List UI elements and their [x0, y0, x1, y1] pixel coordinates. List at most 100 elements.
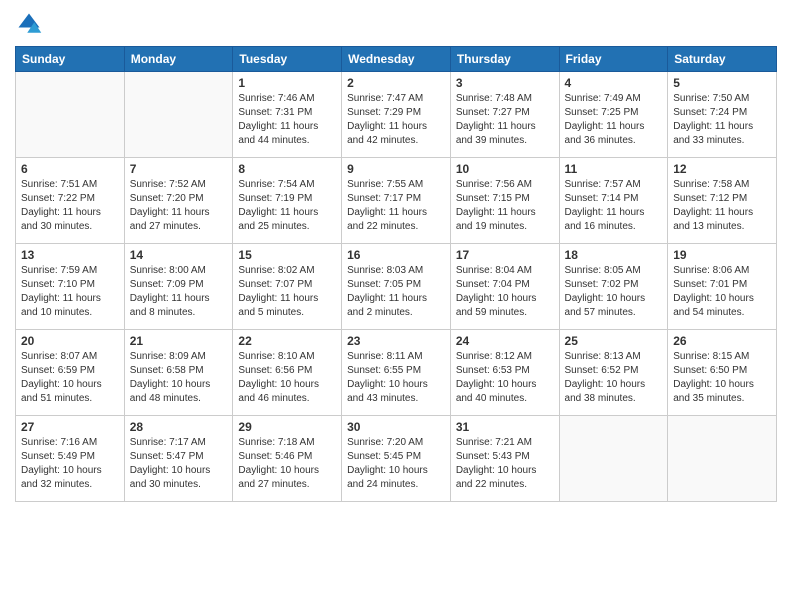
- calendar-cell: 10 Sunrise: 7:56 AM Sunset: 7:15 PM Dayli…: [450, 158, 559, 244]
- page: SundayMondayTuesdayWednesdayThursdayFrid…: [0, 0, 792, 612]
- day-header-friday: Friday: [559, 47, 668, 72]
- calendar-cell: 17 Sunrise: 8:04 AM Sunset: 7:04 PM Dayli…: [450, 244, 559, 330]
- day-info: Sunrise: 7:49 AM Sunset: 7:25 PM Dayligh…: [565, 92, 663, 148]
- day-info: Sunrise: 7:48 AM Sunset: 7:27 PM Dayligh…: [456, 92, 554, 148]
- calendar-cell: 30 Sunrise: 7:20 AM Sunset: 5:45 PM Dayli…: [342, 416, 451, 502]
- day-info: Sunrise: 7:58 AM Sunset: 7:12 PM Dayligh…: [673, 178, 771, 234]
- day-info: Sunrise: 8:00 AM Sunset: 7:09 PM Dayligh…: [130, 264, 228, 320]
- day-info: Sunrise: 8:15 AM Sunset: 6:50 PM Dayligh…: [673, 350, 771, 406]
- day-info: Sunrise: 8:07 AM Sunset: 6:59 PM Dayligh…: [21, 350, 119, 406]
- day-number: 27: [21, 420, 119, 434]
- day-info: Sunrise: 8:12 AM Sunset: 6:53 PM Dayligh…: [456, 350, 554, 406]
- day-number: 30: [347, 420, 445, 434]
- week-row-3: 13 Sunrise: 7:59 AM Sunset: 7:10 PM Dayli…: [16, 244, 777, 330]
- day-number: 11: [565, 162, 663, 176]
- day-info: Sunrise: 8:04 AM Sunset: 7:04 PM Dayligh…: [456, 264, 554, 320]
- calendar-cell: 8 Sunrise: 7:54 AM Sunset: 7:19 PM Daylig…: [233, 158, 342, 244]
- week-row-1: 1Sunrise: 7:46 AM Sunset: 7:31 PM Daylig…: [16, 72, 777, 158]
- day-number: 3: [456, 76, 554, 90]
- day-number: 13: [21, 248, 119, 262]
- day-number: 29: [238, 420, 336, 434]
- day-header-tuesday: Tuesday: [233, 47, 342, 72]
- day-info: Sunrise: 7:52 AM Sunset: 7:20 PM Dayligh…: [130, 178, 228, 234]
- day-info: Sunrise: 7:47 AM Sunset: 7:29 PM Dayligh…: [347, 92, 445, 148]
- calendar-cell: 4 Sunrise: 7:49 AM Sunset: 7:25 PM Daylig…: [559, 72, 668, 158]
- day-number: 31: [456, 420, 554, 434]
- calendar-cell: 9 Sunrise: 7:55 AM Sunset: 7:17 PM Daylig…: [342, 158, 451, 244]
- calendar-cell: 24 Sunrise: 8:12 AM Sunset: 6:53 PM Dayli…: [450, 330, 559, 416]
- calendar-cell: [124, 72, 233, 158]
- day-info: Sunrise: 7:18 AM Sunset: 5:46 PM Dayligh…: [238, 436, 336, 492]
- week-row-4: 20 Sunrise: 8:07 AM Sunset: 6:59 PM Dayli…: [16, 330, 777, 416]
- calendar-cell: 16 Sunrise: 8:03 AM Sunset: 7:05 PM Dayli…: [342, 244, 451, 330]
- day-number: 9: [347, 162, 445, 176]
- calendar-cell: 25Sunrise: 8:13 AM Sunset: 6:52 PM Dayli…: [559, 330, 668, 416]
- day-info: Sunrise: 7:20 AM Sunset: 5:45 PM Dayligh…: [347, 436, 445, 492]
- calendar-cell: 19Sunrise: 8:06 AM Sunset: 7:01 PM Dayli…: [668, 244, 777, 330]
- day-number: 2: [347, 76, 445, 90]
- logo: [15, 10, 47, 38]
- day-header-thursday: Thursday: [450, 47, 559, 72]
- calendar-cell: 14 Sunrise: 8:00 AM Sunset: 7:09 PM Dayli…: [124, 244, 233, 330]
- calendar-cell: 6 Sunrise: 7:51 AM Sunset: 7:22 PM Daylig…: [16, 158, 125, 244]
- week-row-2: 6 Sunrise: 7:51 AM Sunset: 7:22 PM Daylig…: [16, 158, 777, 244]
- calendar-cell: 3 Sunrise: 7:48 AM Sunset: 7:27 PM Daylig…: [450, 72, 559, 158]
- day-number: 20: [21, 334, 119, 348]
- day-number: 21: [130, 334, 228, 348]
- calendar-cell: 31 Sunrise: 7:21 AM Sunset: 5:43 PM Dayli…: [450, 416, 559, 502]
- day-number: 14: [130, 248, 228, 262]
- day-number: 22: [238, 334, 336, 348]
- week-row-5: 27 Sunrise: 7:16 AM Sunset: 5:49 PM Dayli…: [16, 416, 777, 502]
- day-info: Sunrise: 7:17 AM Sunset: 5:47 PM Dayligh…: [130, 436, 228, 492]
- day-info: Sunrise: 7:16 AM Sunset: 5:49 PM Dayligh…: [21, 436, 119, 492]
- day-number: 4: [565, 76, 663, 90]
- day-number: 18: [565, 248, 663, 262]
- calendar-cell: 15Sunrise: 8:02 AM Sunset: 7:07 PM Dayli…: [233, 244, 342, 330]
- day-info: Sunrise: 7:56 AM Sunset: 7:15 PM Dayligh…: [456, 178, 554, 234]
- day-number: 1: [238, 76, 336, 90]
- calendar-cell: 21 Sunrise: 8:09 AM Sunset: 6:58 PM Dayli…: [124, 330, 233, 416]
- day-info: Sunrise: 7:21 AM Sunset: 5:43 PM Dayligh…: [456, 436, 554, 492]
- calendar-cell: 11 Sunrise: 7:57 AM Sunset: 7:14 PM Dayli…: [559, 158, 668, 244]
- day-info: Sunrise: 8:10 AM Sunset: 6:56 PM Dayligh…: [238, 350, 336, 406]
- calendar-cell: 28 Sunrise: 7:17 AM Sunset: 5:47 PM Dayli…: [124, 416, 233, 502]
- calendar-cell: 20 Sunrise: 8:07 AM Sunset: 6:59 PM Dayli…: [16, 330, 125, 416]
- day-header-sunday: Sunday: [16, 47, 125, 72]
- logo-icon: [15, 10, 43, 38]
- day-header-saturday: Saturday: [668, 47, 777, 72]
- day-number: 17: [456, 248, 554, 262]
- day-number: 10: [456, 162, 554, 176]
- day-number: 7: [130, 162, 228, 176]
- calendar-cell: 7 Sunrise: 7:52 AM Sunset: 7:20 PM Daylig…: [124, 158, 233, 244]
- day-number: 24: [456, 334, 554, 348]
- day-info: Sunrise: 8:09 AM Sunset: 6:58 PM Dayligh…: [130, 350, 228, 406]
- day-info: Sunrise: 7:57 AM Sunset: 7:14 PM Dayligh…: [565, 178, 663, 234]
- calendar-cell: 29 Sunrise: 7:18 AM Sunset: 5:46 PM Dayli…: [233, 416, 342, 502]
- day-info: Sunrise: 8:03 AM Sunset: 7:05 PM Dayligh…: [347, 264, 445, 320]
- calendar-cell: 27 Sunrise: 7:16 AM Sunset: 5:49 PM Dayli…: [16, 416, 125, 502]
- calendar: SundayMondayTuesdayWednesdayThursdayFrid…: [15, 46, 777, 502]
- calendar-cell: [16, 72, 125, 158]
- calendar-header-row: SundayMondayTuesdayWednesdayThursdayFrid…: [16, 47, 777, 72]
- calendar-cell: 13 Sunrise: 7:59 AM Sunset: 7:10 PM Dayli…: [16, 244, 125, 330]
- day-header-wednesday: Wednesday: [342, 47, 451, 72]
- day-info: Sunrise: 7:59 AM Sunset: 7:10 PM Dayligh…: [21, 264, 119, 320]
- day-info: Sunrise: 7:51 AM Sunset: 7:22 PM Dayligh…: [21, 178, 119, 234]
- day-header-monday: Monday: [124, 47, 233, 72]
- calendar-cell: 22 Sunrise: 8:10 AM Sunset: 6:56 PM Dayli…: [233, 330, 342, 416]
- day-info: Sunrise: 7:55 AM Sunset: 7:17 PM Dayligh…: [347, 178, 445, 234]
- calendar-cell: 18Sunrise: 8:05 AM Sunset: 7:02 PM Dayli…: [559, 244, 668, 330]
- day-number: 25: [565, 334, 663, 348]
- day-info: Sunrise: 7:50 AM Sunset: 7:24 PM Dayligh…: [673, 92, 771, 148]
- day-number: 5: [673, 76, 771, 90]
- day-info: Sunrise: 7:54 AM Sunset: 7:19 PM Dayligh…: [238, 178, 336, 234]
- day-number: 15: [238, 248, 336, 262]
- day-number: 8: [238, 162, 336, 176]
- day-number: 16: [347, 248, 445, 262]
- calendar-cell: 26Sunrise: 8:15 AM Sunset: 6:50 PM Dayli…: [668, 330, 777, 416]
- day-number: 6: [21, 162, 119, 176]
- day-number: 12: [673, 162, 771, 176]
- day-number: 28: [130, 420, 228, 434]
- header: [15, 10, 777, 38]
- calendar-cell: [668, 416, 777, 502]
